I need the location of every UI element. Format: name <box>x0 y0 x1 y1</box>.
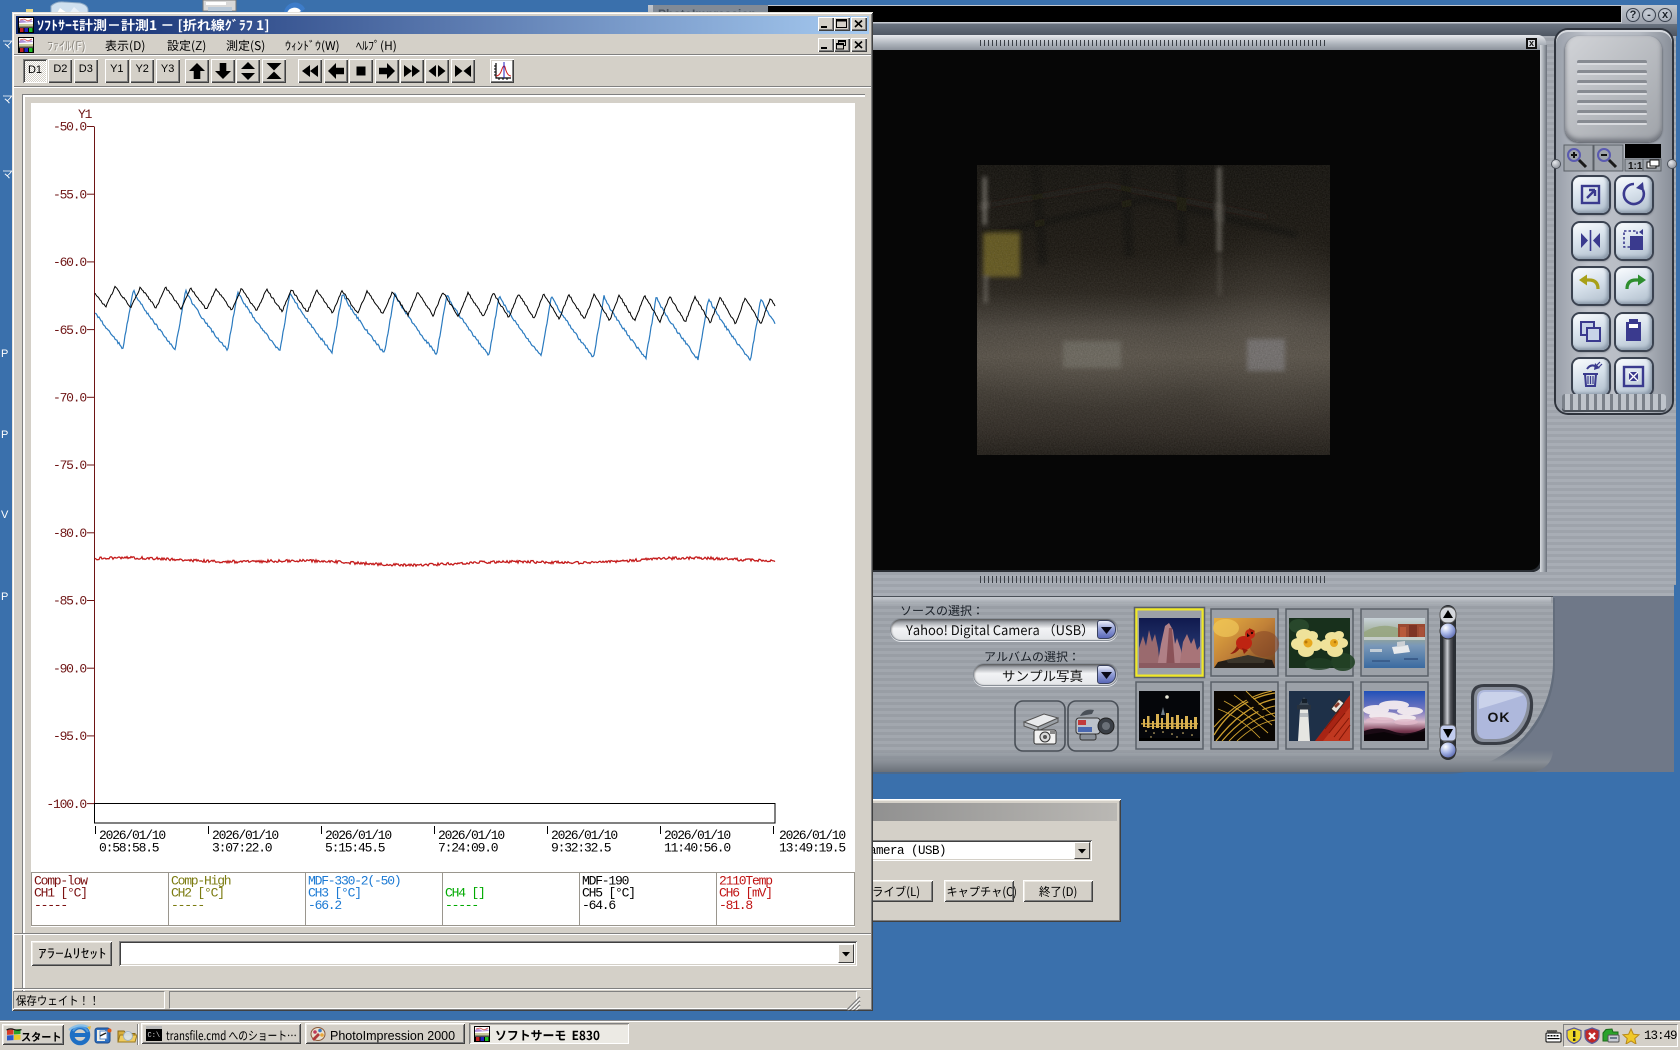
svg-text:OK: OK <box>1488 709 1511 725</box>
svg-text:1:1: 1:1 <box>1628 161 1643 172</box>
